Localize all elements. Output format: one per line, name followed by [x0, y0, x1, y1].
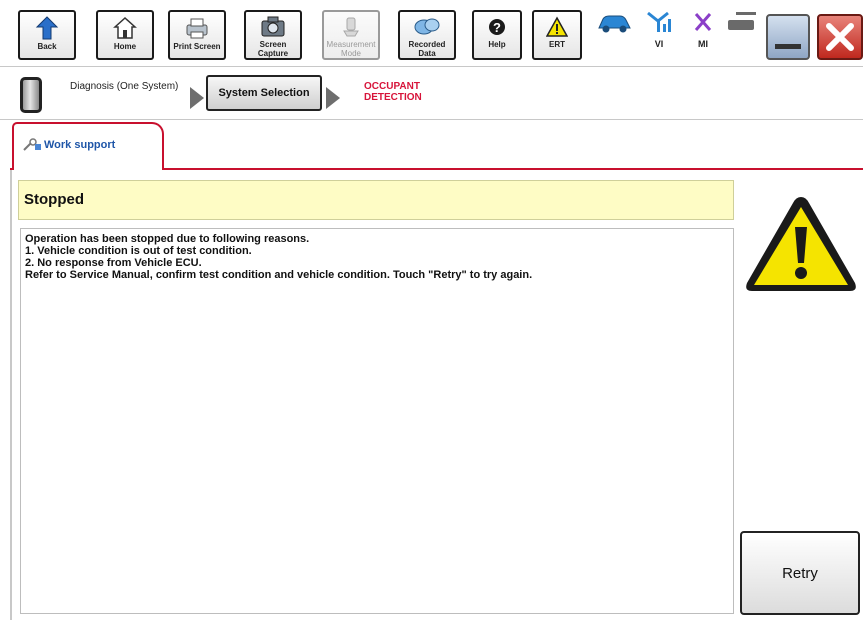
- signal-icon: [647, 11, 671, 32]
- warning-icon: [742, 193, 860, 300]
- ert-label: ERT: [549, 40, 565, 49]
- connector-icon: [728, 12, 756, 30]
- minimize-button[interactable]: [766, 14, 810, 60]
- measurement-icon: [343, 17, 359, 37]
- message-line: Refer to Service Manual, confirm test co…: [25, 269, 533, 281]
- connector-status: [724, 10, 760, 41]
- toolbar: Back Home Print Screen Screen Capture Me…: [0, 0, 863, 66]
- vehicle-status: [594, 10, 634, 41]
- help-label: Help: [488, 40, 506, 49]
- help-icon: ?: [489, 19, 505, 35]
- close-button[interactable]: [817, 14, 863, 60]
- screen-capture-button[interactable]: Screen Capture: [244, 10, 302, 60]
- vi-status: VI: [642, 10, 676, 49]
- content-border: [10, 170, 12, 620]
- camera-icon: [261, 16, 285, 37]
- print-screen-label: Print Screen: [173, 42, 221, 51]
- ert-button[interactable]: ERT: [532, 10, 582, 60]
- system-selection-button[interactable]: System Selection: [206, 75, 322, 111]
- status-title: Stopped: [18, 180, 734, 220]
- retry-button[interactable]: Retry: [740, 531, 860, 615]
- home-label: Home: [113, 42, 137, 51]
- back-label: Back: [37, 42, 57, 51]
- message-line: Operation has been stopped due to follow…: [25, 233, 310, 245]
- message-line: 2. No response from Vehicle ECU.: [25, 257, 202, 269]
- svg-text:?: ?: [493, 20, 501, 35]
- tab-content: Work support: [22, 138, 115, 152]
- screen-capture-label: Screen Capture: [257, 40, 289, 58]
- home-icon: [113, 16, 137, 39]
- mi-status: MI: [686, 10, 720, 49]
- minimize-icon: [775, 44, 801, 49]
- help-button[interactable]: ? Help: [472, 10, 522, 60]
- breadcrumb-diagnosis[interactable]: Diagnosis (One System): [70, 81, 180, 92]
- breadcrumb: Diagnosis (One System) System Selection …: [0, 66, 863, 120]
- wrench-icon: [23, 138, 41, 151]
- device-icon: [20, 77, 42, 113]
- x-mark-icon: [694, 13, 712, 31]
- back-arrow-icon: [35, 16, 59, 40]
- mi-label: MI: [698, 39, 708, 49]
- measurement-mode-button[interactable]: Measurement Mode: [322, 10, 380, 60]
- warning-icon: [546, 16, 568, 37]
- message-line: 1. Vehicle condition is out of test cond…: [25, 245, 252, 257]
- breadcrumb-arrow-icon: [190, 87, 204, 109]
- breadcrumb-arrow-icon: [326, 87, 340, 109]
- close-icon: [826, 23, 854, 51]
- recorded-data-label: Recorded Data: [408, 40, 446, 58]
- car-icon: [598, 15, 631, 33]
- printer-icon: [186, 18, 208, 39]
- vi-label: VI: [654, 39, 664, 49]
- back-button[interactable]: Back: [18, 10, 76, 60]
- tab-work-support[interactable]: Work support: [12, 122, 164, 170]
- tab-work-support-label: Work support: [44, 139, 116, 151]
- message-box: Operation has been stopped due to follow…: [20, 228, 734, 614]
- breadcrumb-occupant-detection: OCCUPANT DETECTION: [364, 81, 422, 103]
- recorded-data-button[interactable]: Recorded Data: [398, 10, 456, 60]
- measurement-mode-label: Measurement Mode: [326, 40, 376, 58]
- recorded-data-icon: [414, 18, 440, 35]
- print-screen-button[interactable]: Print Screen: [168, 10, 226, 60]
- home-button[interactable]: Home: [96, 10, 154, 60]
